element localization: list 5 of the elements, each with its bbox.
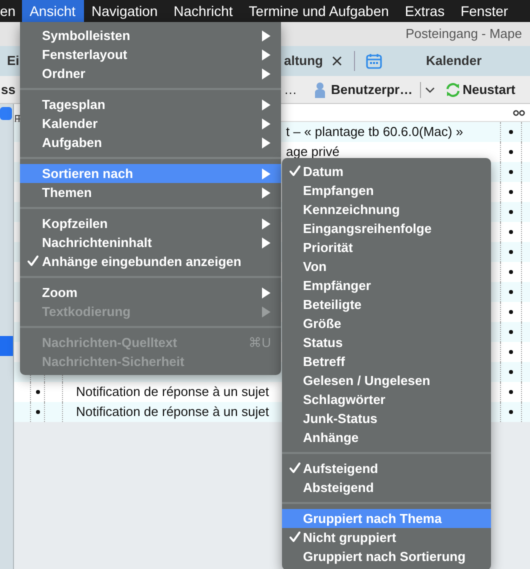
message-subject: t – « plantage tb 60.6.0(Mac) »	[286, 124, 464, 139]
message-subject: age privé	[286, 144, 340, 159]
message-subject: Notification de réponse à un sujet	[76, 384, 269, 399]
message-subject: Notification de réponse à un sujet	[76, 404, 269, 419]
window-title: Posteingang - Mape	[406, 25, 522, 44]
